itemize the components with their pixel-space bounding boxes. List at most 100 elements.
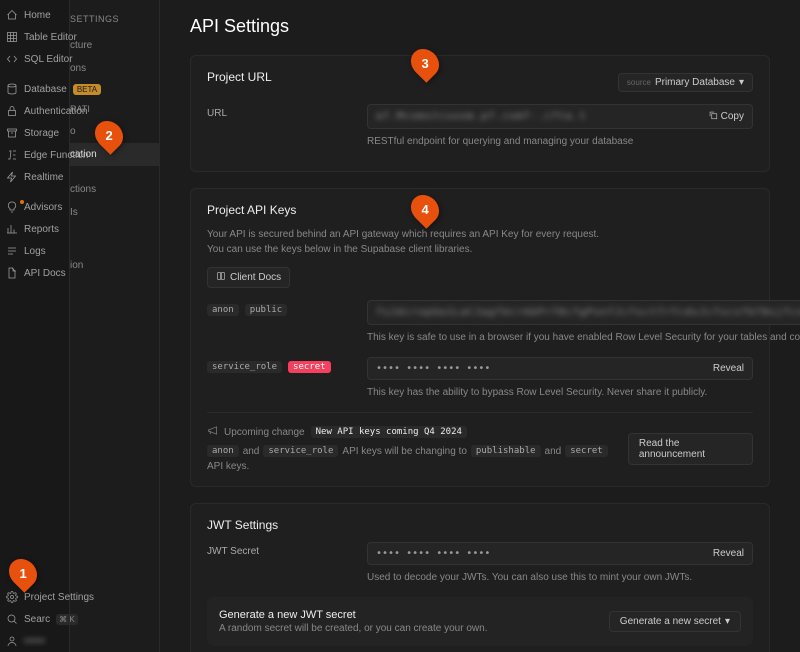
settings-item[interactable]: cture [70, 34, 159, 57]
home-icon [6, 9, 18, 21]
file-icon [6, 267, 18, 279]
nav-authentication[interactable]: Authentication [0, 100, 69, 122]
nav-logs[interactable]: Logs [0, 240, 69, 262]
user-icon [6, 635, 18, 647]
nav-label: Realtime [24, 172, 63, 183]
url-hint: RESTful endpoint for querying and managi… [367, 135, 753, 149]
jwt-regen-title: Generate a new JWT secret [219, 609, 487, 621]
nav-label: Authentication [24, 106, 87, 117]
source-value: Primary Database [655, 77, 735, 88]
notification-dot [20, 200, 24, 204]
main-content: API Settings Project URL source Primary … [160, 0, 800, 652]
bulb-icon [6, 201, 18, 213]
nav-database[interactable]: Database BETA [0, 78, 69, 100]
nav-label: Edge Function [24, 150, 89, 161]
nav-advisors[interactable]: Advisors [0, 196, 69, 218]
copy-button[interactable]: Copy [708, 110, 744, 123]
api-keys-card: Project API Keys Your API is secured beh… [190, 188, 770, 487]
settings-heading: SETTINGS [70, 10, 159, 34]
nav-label: Searc [24, 614, 50, 625]
nav-project-settings[interactable]: Project Settings [0, 586, 69, 608]
jwt-secret-hint: Used to decode your JWTs. You can also u… [367, 571, 753, 585]
source-dropdown[interactable]: source Primary Database ▾ [618, 73, 753, 92]
settings-item[interactable]: ons [70, 57, 159, 80]
service-key-value-box: •••• •••• •••• •••• Reveal [367, 357, 753, 380]
nav-label: Project Settings [24, 592, 94, 603]
jwt-secret-value-box: •••• •••• •••• •••• Reveal [367, 542, 753, 565]
megaphone-icon [207, 425, 218, 439]
upcoming-new-tag: New API keys coming Q4 2024 [311, 426, 467, 438]
jwt-secret-label: JWT Secret [207, 542, 347, 585]
anon-tag: anon [207, 304, 239, 316]
jwt-secret-value: •••• •••• •••• •••• [376, 548, 490, 559]
card-title: Project URL [207, 70, 272, 84]
service-key-value: •••• •••• •••• •••• [376, 363, 490, 374]
settings-item[interactable]: ion [70, 254, 159, 277]
jwt-card: JWT Settings JWT Secret •••• •••• •••• •… [190, 503, 770, 652]
nav-api-docs[interactable]: API Docs [0, 262, 69, 284]
anon-key-value: fsJdcropUa1LaCJagfUcrAbPrf8cfgPsnfJcfsct… [376, 307, 800, 318]
database-icon [6, 83, 18, 95]
table-icon [6, 31, 18, 43]
settings-item[interactable]: Is [70, 201, 159, 224]
beta-badge: BETA [73, 84, 101, 95]
nav-label: Advisors [24, 202, 62, 213]
client-docs-button[interactable]: Client Docs [207, 267, 290, 288]
api-keys-desc: Your API is secured behind an API gatewa… [207, 227, 753, 257]
settings-sidebar: SETTINGS cture ons RATI o cation ctions … [70, 0, 160, 652]
generate-secret-button[interactable]: Generate a new secret ▾ [609, 611, 741, 632]
nav-label: Database [24, 84, 67, 95]
sql-icon [6, 53, 18, 65]
project-url-card: Project URL source Primary Database ▾ UR… [190, 55, 770, 172]
chart-icon [6, 223, 18, 235]
reveal-button[interactable]: Reveal [713, 363, 744, 374]
nav-label: Home [24, 10, 51, 21]
jwt-regen-desc: A random secret will be created, or you … [219, 623, 487, 634]
search-icon [6, 613, 18, 625]
nav-home[interactable]: Home [0, 4, 69, 26]
copy-icon [708, 110, 718, 123]
service-role-tag: service_role [207, 361, 282, 373]
nav-table-editor[interactable]: Table Editor [0, 26, 69, 48]
nav-search[interactable]: Searc ⌘ K [0, 608, 69, 630]
nav-user[interactable]: •••••• [0, 630, 69, 652]
primary-nav: Home Table Editor SQL Editor Database BE… [0, 0, 70, 652]
nav-label: Reports [24, 224, 59, 235]
nav-sql-editor[interactable]: SQL Editor [0, 48, 69, 70]
nav-label: Table Editor [24, 32, 77, 43]
user-label: •••••• [24, 636, 45, 647]
nav-label: API Docs [24, 268, 66, 279]
search-shortcut: ⌘ K [56, 614, 78, 625]
read-announcement-button[interactable]: Read the announcement [628, 433, 753, 465]
upcoming-label: Upcoming change [224, 427, 305, 438]
public-tag: public [245, 304, 288, 316]
zap-icon [6, 171, 18, 183]
chevron-down-icon: ▾ [739, 77, 744, 88]
upcoming-desc: anon and service_role API keys will be c… [207, 445, 628, 472]
nav-label: Logs [24, 246, 46, 257]
url-value: af.Mcomstcusom.pf.comf-.cfta.t [376, 111, 587, 122]
anon-key-hint: This key is safe to use in a browser if … [367, 331, 800, 345]
page-title: API Settings [190, 16, 770, 37]
book-icon [216, 271, 226, 284]
reveal-button[interactable]: Reveal [713, 548, 744, 559]
nav-realtime[interactable]: Realtime [0, 166, 69, 188]
upcoming-change-notice: Upcoming change New API keys coming Q4 2… [207, 412, 753, 472]
list-icon [6, 245, 18, 257]
url-value-box: af.Mcomstcusom.pf.comf-.cfta.t Copy [367, 104, 753, 129]
service-key-hint: This key has the ability to bypass Row L… [367, 386, 753, 400]
source-tag: source [627, 78, 651, 87]
nav-edge-functions[interactable]: Edge Function [0, 144, 69, 166]
secret-tag: secret [288, 361, 331, 373]
lock-icon [6, 105, 18, 117]
function-icon [6, 149, 18, 161]
card-title: JWT Settings [207, 518, 753, 532]
url-label: URL [207, 104, 347, 149]
chevron-down-icon: ▾ [725, 616, 730, 627]
jwt-regen-box: Generate a new JWT secret A random secre… [207, 597, 753, 646]
nav-label: Storage [24, 128, 59, 139]
settings-item[interactable]: ctions [70, 178, 159, 201]
nav-storage[interactable]: Storage [0, 122, 69, 144]
nav-reports[interactable]: Reports [0, 218, 69, 240]
gear-icon [6, 591, 18, 603]
